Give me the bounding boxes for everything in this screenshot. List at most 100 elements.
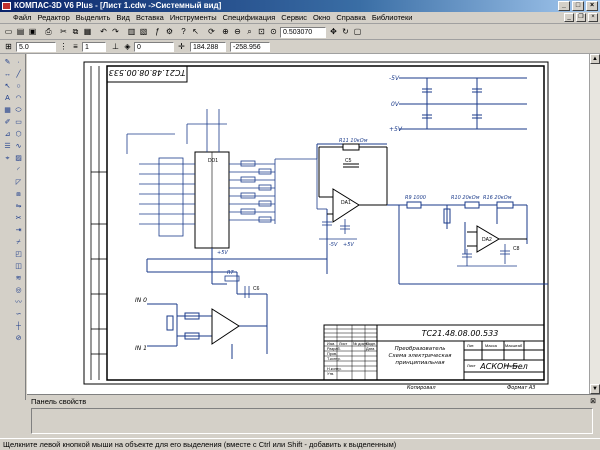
coord-x-field[interactable]: 184.288 — [190, 42, 226, 52]
polygon-icon[interactable]: ⬡ — [14, 130, 23, 139]
dimension-icon[interactable]: ↔ — [3, 70, 12, 79]
layer-input[interactable]: 1 — [82, 42, 106, 52]
zoom-out-icon[interactable]: ⊖ — [232, 26, 243, 37]
menu-insert[interactable]: Вставка — [133, 13, 167, 22]
redo-icon[interactable]: ↷ — [110, 26, 121, 37]
doc-minimize-button[interactable]: _ — [564, 13, 574, 22]
bezier-icon[interactable]: ∽ — [14, 310, 23, 319]
menu-edit[interactable]: Редактор — [34, 13, 72, 22]
ellipse-icon[interactable]: ⬭ — [14, 106, 23, 115]
zoom-scale-icon[interactable]: ⊙ — [268, 26, 279, 37]
measure-icon[interactable]: ⊿ — [3, 130, 12, 139]
break-icon[interactable]: ⌿ — [14, 238, 23, 247]
r10-label: R10 20кОм — [451, 195, 480, 201]
new-document-icon[interactable]: ▭ — [3, 26, 14, 37]
menu-window[interactable]: Окно — [310, 13, 333, 22]
minimize-button[interactable]: _ — [558, 1, 570, 11]
arc-icon[interactable]: ◠ — [14, 94, 23, 103]
help-icon[interactable]: ? — [178, 26, 189, 37]
arrow-select-icon[interactable]: ↖ — [3, 82, 12, 91]
properties-icon[interactable]: ▥ — [126, 26, 137, 37]
hatch-icon[interactable]: ▨ — [14, 154, 23, 163]
chamfer-icon[interactable]: ◸ — [14, 178, 23, 187]
zoom-in-icon[interactable]: ⊕ — [220, 26, 231, 37]
rotate-icon[interactable]: ↻ — [340, 26, 351, 37]
zoom-all-icon[interactable]: ⊡ — [256, 26, 267, 37]
grid-step-icon[interactable]: ⊞ — [3, 41, 14, 52]
spline-icon[interactable]: ∿ — [14, 142, 23, 151]
style-icon[interactable]: ◈ — [122, 41, 133, 52]
menu-view[interactable]: Вид — [113, 13, 133, 22]
doc-close-button[interactable]: × — [588, 13, 598, 22]
layer-icon[interactable]: ≡ — [70, 41, 81, 52]
line-icon[interactable]: ╱ — [14, 70, 23, 79]
copy-icon[interactable]: ⧉ — [70, 26, 81, 37]
drawing-workspace[interactable]: ТС21.48.08.00.533 -5V 0V +5V DD1 R11 10к… — [27, 54, 589, 394]
refresh-icon[interactable]: ⟳ — [206, 26, 217, 37]
variables-icon[interactable]: ⚙ — [164, 26, 175, 37]
zoom-input[interactable]: 0.503070 — [280, 27, 326, 38]
show-all-icon[interactable]: ▢ — [352, 26, 363, 37]
divide-icon[interactable]: ⊘ — [14, 334, 23, 343]
pan-icon[interactable]: ✥ — [328, 26, 339, 37]
geometry-icon[interactable]: ✎ — [3, 58, 12, 67]
mirror-icon[interactable]: ⇋ — [14, 202, 23, 211]
title-name-line2: Схема электрическая — [389, 353, 453, 359]
menu-specification[interactable]: Спецификация — [220, 13, 279, 22]
macro-icon[interactable]: ◫ — [14, 262, 23, 271]
current-state-toolbar: ⊞ 5.0 ⋮ ≡ 1 ⊥ ◈ 0 ✛ 184.288 -258.956 — [0, 40, 600, 54]
title-row-izm: Изм. — [327, 342, 335, 346]
menu-select[interactable]: Выделить — [73, 13, 114, 22]
contour-icon[interactable]: ◰ — [14, 250, 23, 259]
offset-icon[interactable]: ⧈ — [14, 190, 23, 199]
collect-icon[interactable]: ◎ — [14, 286, 23, 295]
text-icon[interactable]: A — [3, 94, 12, 103]
save-icon[interactable]: ▣ — [27, 26, 38, 37]
nurbs-icon[interactable]: 〰 — [14, 298, 23, 307]
trim-icon[interactable]: ✂ — [14, 214, 23, 223]
print-icon[interactable]: ⎙ — [43, 26, 54, 37]
undo-icon[interactable]: ↶ — [98, 26, 109, 37]
menu-file[interactable]: Файл — [0, 13, 34, 22]
menu-service[interactable]: Сервис — [278, 13, 310, 22]
schematic-drawing: ТС21.48.08.00.533 -5V 0V +5V DD1 R11 10к… — [83, 61, 549, 391]
paste-icon[interactable]: ▦ — [82, 26, 93, 37]
extend-icon[interactable]: ⇥ — [14, 226, 23, 235]
scroll-down-arrow-icon[interactable]: ▼ — [590, 384, 600, 394]
menu-libraries[interactable]: Библиотеки — [369, 13, 416, 22]
style-input[interactable]: 0 — [134, 42, 174, 52]
step-input[interactable]: 5.0 — [16, 42, 56, 52]
c6-label: C6 — [253, 286, 260, 292]
open-folder-icon[interactable]: ▤ — [15, 26, 26, 37]
zoom-window-icon[interactable]: ⌕ — [244, 26, 255, 37]
ortho-icon[interactable]: ⊥ — [110, 41, 121, 52]
scroll-up-arrow-icon[interactable]: ▲ — [590, 54, 600, 64]
da1-label: DA1 — [341, 200, 351, 206]
close-button[interactable]: × — [586, 1, 598, 11]
fillet-icon[interactable]: ◜ — [14, 166, 23, 175]
grid-icon[interactable]: ⋮ — [58, 41, 69, 52]
edit-icon[interactable]: ✐ — [3, 118, 12, 127]
circle-icon[interactable]: ○ — [14, 82, 23, 91]
properties-panel: Панель свойств ⊠ — [27, 394, 600, 436]
table-icon[interactable]: ▦ — [3, 106, 12, 115]
menu-tools[interactable]: Инструменты — [167, 13, 220, 22]
vertical-scrollbar[interactable]: ▲ ▼ — [589, 54, 600, 394]
menu-help[interactable]: Справка — [333, 13, 368, 22]
cut-icon[interactable]: ✂ — [58, 26, 69, 37]
coord-y-field[interactable]: -258.956 — [230, 42, 270, 52]
equidistant-icon[interactable]: ≋ — [14, 274, 23, 283]
window-titlebar: КОМПАС-3D V6 Plus - [Лист 1.cdw ->Систем… — [0, 0, 600, 12]
tree-icon[interactable]: ▧ — [138, 26, 149, 37]
rectangle-icon[interactable]: ▭ — [14, 118, 23, 127]
title-masshtab: Масштаб — [505, 343, 523, 348]
point-icon[interactable]: · — [14, 58, 23, 67]
context-help-icon[interactable]: ↖ — [190, 26, 201, 37]
function-icon[interactable]: ƒ — [152, 26, 163, 37]
doc-restore-button[interactable]: ❐ — [576, 13, 586, 22]
panel-close-icon[interactable]: ⊠ — [590, 397, 596, 405]
maximize-button[interactable]: □ — [572, 1, 584, 11]
spec-icon[interactable]: ☰ — [3, 142, 12, 151]
param-icon[interactable]: ⌖ — [3, 154, 12, 163]
aux-line-icon[interactable]: ┼ — [14, 322, 23, 331]
